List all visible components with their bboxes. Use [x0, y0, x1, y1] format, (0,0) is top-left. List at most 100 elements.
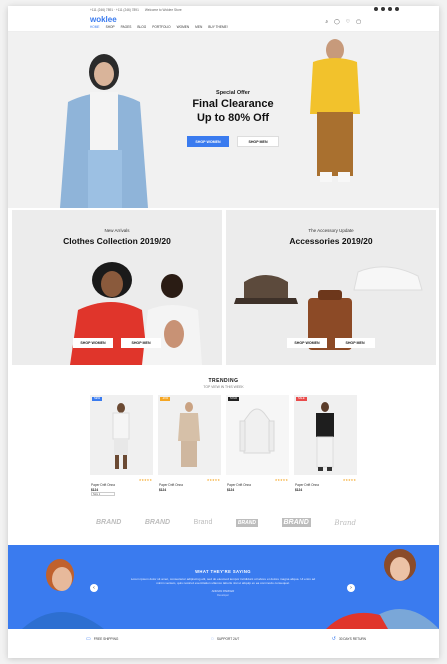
nav-item-men[interactable]: MEN — [195, 25, 202, 29]
product-image[interactable]: SOLD — [226, 395, 289, 475]
shop-men-button[interactable]: SHOP MEN — [237, 136, 279, 147]
service-label: SUPPORT 24/7 — [216, 637, 240, 641]
product-info: ★★★★★ Paper Drift Onna $124 Size 1 — [90, 475, 153, 496]
product-photo — [239, 408, 275, 454]
trending-header: TRENDING TOP VIEW IN THIS WEEK — [8, 378, 439, 389]
brand-logo[interactable]: BRAND — [96, 519, 121, 526]
product-info: ★★★★★ Paper Drift Onna $124 — [226, 475, 289, 495]
top-bar: +111 (246) 7891 · +111 (246) 7891 Welcom… — [8, 6, 439, 14]
page-card: +111 (246) 7891 · +111 (246) 7891 Welcom… — [8, 6, 439, 658]
accessories-shop-women-button[interactable]: SHOP WOMEN — [287, 338, 327, 348]
prev-arrow-icon[interactable]: ‹ — [90, 584, 98, 592]
size-select[interactable]: Size 1 — [91, 492, 115, 496]
service-shipping: ▭ FREE SHIPPING — [86, 636, 118, 642]
rating-stars: ★★★★★ — [138, 478, 153, 482]
testimonial-content: WHAT THEY'RE SAYING Lorem ipsum dolor si… — [128, 569, 318, 597]
phone-text: +111 (246) 7891 · +111 (246) 7891 — [90, 8, 139, 12]
clothes-buttons: SHOP WOMEN SHOP MEN — [12, 338, 222, 348]
accessories-text: The Accessory Update Accessories 2019/20 — [226, 228, 436, 246]
cart-icon[interactable]: ▢ — [356, 19, 361, 25]
product-image[interactable]: SALE — [294, 395, 357, 475]
next-arrow-icon[interactable]: › — [347, 584, 355, 592]
testimonial-section: ‹ › WHAT THEY'RE SAYING Lorem ipsum dolo… — [8, 545, 439, 629]
testimonial-role: Developer — [217, 593, 229, 597]
product-image[interactable]: NEW — [90, 395, 153, 475]
instagram-icon[interactable] — [388, 7, 392, 11]
product-price: $124 — [159, 487, 167, 492]
brand-logo[interactable]: BRAND — [235, 518, 258, 527]
nav-item-blog[interactable]: BLOG — [137, 25, 146, 29]
nav-item-pages[interactable]: PAGES — [121, 25, 132, 29]
hero-text: Special Offer Final Clearance Up to 80% … — [158, 90, 308, 147]
nav-item-shop[interactable]: SHOP — [106, 25, 115, 29]
clothes-text: New Arrivals Clothes Collection 2019/20 — [12, 228, 222, 246]
clothes-shop-women-button[interactable]: SHOP WOMEN — [73, 338, 113, 348]
nav-item-buy-theme[interactable]: BUY THEME! — [208, 25, 227, 29]
return-icon: ↺ — [331, 636, 336, 642]
product-info: ★★★★★ Paper Drift Onna $124 — [294, 475, 357, 495]
product-card[interactable]: SOLD ★★★★★ Paper Drift Onna $124 — [226, 395, 289, 495]
product-badge: SOLD — [228, 397, 240, 401]
category-accessories: The Accessory Update Accessories 2019/20… — [226, 210, 436, 365]
product-name[interactable]: Paper Drift Onna — [159, 483, 183, 487]
service-label: 30 DAYS RETURN — [338, 637, 366, 641]
service-label: FREE SHIPPING — [93, 637, 119, 641]
product-price: $124 — [91, 487, 99, 492]
product-photo — [112, 403, 130, 469]
site-header: woklee HOME SHOP PAGES BLOG PORTFOLIO WO… — [8, 14, 439, 32]
contact-info: +111 (246) 7891 · +111 (246) 7891 Welcom… — [90, 8, 182, 12]
clothes-subtitle: New Arrivals — [104, 228, 130, 233]
rating-stars: ★★★★★ — [274, 478, 289, 482]
brand-logo[interactable]: BRAND — [145, 519, 170, 526]
nav-item-women[interactable]: WOMEN — [177, 25, 190, 29]
product-info: ★★★★★ Paper Drift Onna $124 — [158, 475, 221, 495]
welcome-text: Welcome to Woklee Store — [144, 8, 182, 12]
shop-women-button[interactable]: SHOP WOMEN — [187, 136, 229, 147]
product-photo — [316, 402, 334, 471]
truck-icon: ▭ — [86, 636, 91, 642]
brand-logo[interactable]: BRAND — [281, 518, 311, 527]
product-badge: -21% — [160, 397, 171, 401]
twitter-icon[interactable] — [381, 7, 385, 11]
nav-item-portfolio[interactable]: PORTFOLIO — [152, 25, 170, 29]
hero-title-line2: Up to 80% Off — [196, 112, 270, 124]
hero-subtitle: Special Offer — [216, 90, 250, 96]
product-price: $124 — [295, 487, 303, 492]
clothes-title: Clothes Collection 2019/20 — [63, 236, 171, 246]
main-nav: HOME SHOP PAGES BLOG PORTFOLIO WOMEN MEN… — [90, 25, 228, 29]
product-name[interactable]: Paper Drift Onna — [295, 483, 319, 487]
product-badge: NEW — [92, 397, 103, 401]
hero-title-line1: Final Clearance — [192, 98, 274, 110]
product-card[interactable]: -21% ★★★★★ Paper Drift Onna $124 — [158, 395, 221, 495]
rating-stars: ★★★★★ — [342, 478, 357, 482]
site-logo[interactable]: woklee — [90, 15, 117, 24]
product-name[interactable]: Paper Drift Onna — [227, 483, 251, 487]
facebook-icon[interactable] — [374, 7, 378, 11]
product-name[interactable]: Paper Drift Onna — [91, 483, 115, 487]
youtube-icon[interactable] — [395, 7, 399, 11]
accessories-title: Accessories 2019/20 — [289, 236, 373, 246]
hero-buttons: SHOP WOMEN SHOP MEN — [158, 136, 308, 147]
accessories-subtitle: The Accessory Update — [308, 228, 354, 233]
hero-banner: Special Offer Final Clearance Up to 80% … — [8, 32, 439, 208]
product-card[interactable]: NEW ★★★★★ Paper Drift Onna $124 Size 1 — [90, 395, 153, 496]
brand-logos: BRAND BRAND Brand BRAND BRAND Brand — [96, 518, 356, 527]
nav-item-home[interactable]: HOME — [90, 25, 100, 29]
accessories-shop-men-button[interactable]: SHOP MEN — [335, 338, 375, 348]
product-image[interactable]: -21% — [158, 395, 221, 475]
trending-title: TRENDING — [208, 378, 239, 384]
brand-logo[interactable]: Brand — [194, 519, 213, 526]
product-photo — [178, 402, 200, 471]
product-price: $124 — [227, 487, 235, 492]
social-links — [374, 7, 399, 11]
service-return: ↺ 30 DAYS RETURN — [332, 636, 366, 642]
category-clothes: New Arrivals Clothes Collection 2019/20 … — [12, 210, 222, 365]
wishlist-icon[interactable]: ♡ — [346, 19, 350, 25]
product-card[interactable]: SALE ★★★★★ Paper Drift Onna $124 — [294, 395, 357, 495]
search-icon[interactable]: ⌕ — [325, 19, 328, 25]
brand-logo[interactable]: Brand — [334, 519, 356, 527]
clothes-shop-men-button[interactable]: SHOP MEN — [121, 338, 161, 348]
user-icon[interactable]: ◯ — [334, 19, 340, 25]
testimonial-title: WHAT THEY'RE SAYING — [195, 569, 251, 574]
product-grid: NEW ★★★★★ Paper Drift Onna $124 Size 1 -… — [90, 395, 358, 496]
